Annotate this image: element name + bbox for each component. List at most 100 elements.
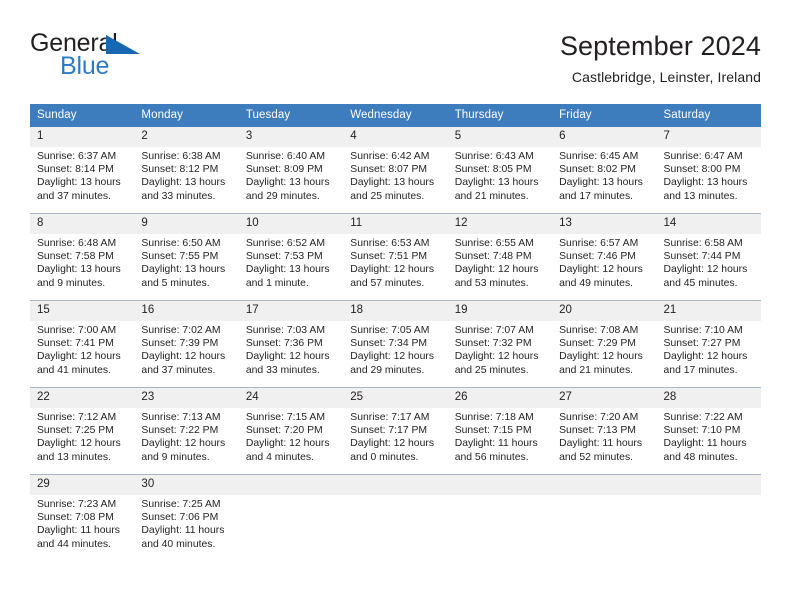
daylight-duration-line1: Daylight: 12 hours	[141, 351, 226, 363]
sunset-time: Sunset: 7:25 PM	[37, 425, 114, 437]
day-details: Sunrise: 7:03 AM Sunset: 7:36 PM Daylight:…	[239, 321, 343, 377]
calendar-day-cell[interactable]: 1 Sunrise: 6:37 AM Sunset: 8:14 PM Daylight…	[30, 127, 135, 214]
calendar-day-cell[interactable]: 18 Sunrise: 7:05 AM Sunset: 7:34 PM Dayligh…	[343, 300, 448, 388]
daylight-duration-line1: Daylight: 13 hours	[141, 264, 226, 276]
sunrise-time: Sunrise: 7:17 AM	[350, 412, 430, 423]
daylight-duration-line2: and 37 minutes.	[37, 190, 111, 202]
calendar-day-cell-empty	[552, 474, 657, 561]
calendar-day-cell[interactable]: 13 Sunrise: 6:57 AM Sunset: 7:46 PM Dayligh…	[552, 213, 657, 301]
calendar-day-cell[interactable]: 14 Sunrise: 6:58 AM Sunset: 7:44 PM Dayligh…	[656, 213, 761, 301]
daylight-duration-line1: Daylight: 13 hours	[245, 177, 330, 189]
calendar-day-cell[interactable]: 20 Sunrise: 7:08 AM Sunset: 7:29 PM Dayligh…	[552, 300, 657, 388]
sunset-time: Sunset: 7:29 PM	[559, 338, 636, 350]
calendar-day-cell[interactable]: 3 Sunrise: 6:40 AM Sunset: 8:09 PM Daylight…	[238, 127, 344, 214]
calendar-table: Sunday Monday Tuesday Wednesday Thursday Frid…	[30, 104, 761, 561]
sunrise-time: Sunrise: 7:12 AM	[37, 412, 117, 423]
sunset-time: Sunset: 8:05 PM	[454, 164, 532, 176]
calendar-day-cell[interactable]: 19 Sunrise: 7:07 AM Sunset: 7:32 PM Dayligh…	[447, 300, 553, 388]
logo-text-general: General	[30, 29, 118, 57]
calendar-day-cell[interactable]: 26 Sunrise: 7:18 AM Sunset: 7:15 PM Dayligh…	[447, 387, 553, 475]
day-cell-inner: 15 Sunrise: 7:00 AM Sunset: 7:41 PM Dayligh…	[30, 301, 135, 387]
daylight-duration-line1: Daylight: 12 hours	[141, 438, 226, 450]
calendar-day-cell[interactable]: 2 Sunrise: 6:38 AM Sunset: 8:12 PM Daylight…	[134, 127, 239, 214]
day-number: 12	[447, 214, 553, 234]
daylight-duration-line2: and 5 minutes.	[141, 277, 210, 289]
calendar-day-cell[interactable]: 5 Sunrise: 6:43 AM Sunset: 8:05 PM Daylight…	[447, 127, 553, 214]
day-number: 20	[552, 301, 657, 321]
day-details: Sunrise: 6:52 AM Sunset: 7:53 PM Daylight:…	[239, 234, 343, 290]
calendar-day-cell[interactable]: 9 Sunrise: 6:50 AM Sunset: 7:55 PM Daylight…	[134, 213, 239, 301]
day-details: Sunrise: 7:22 AM Sunset: 7:10 PM Daylight:…	[657, 408, 761, 464]
sunrise-time: Sunrise: 6:55 AM	[454, 238, 534, 249]
calendar-day-cell[interactable]: 25 Sunrise: 7:17 AM Sunset: 7:17 PM Dayligh…	[343, 387, 448, 475]
calendar-day-cell[interactable]: 22 Sunrise: 7:12 AM Sunset: 7:25 PM Dayligh…	[30, 387, 135, 475]
daylight-duration-line1: Daylight: 13 hours	[663, 177, 748, 189]
calendar-day-cell[interactable]: 4 Sunrise: 6:42 AM Sunset: 8:07 PM Daylight…	[343, 127, 448, 214]
day-number: 24	[238, 388, 344, 408]
daylight-duration-line1: Daylight: 12 hours	[559, 264, 643, 276]
calendar-day-cell[interactable]: 23 Sunrise: 7:13 AM Sunset: 7:22 PM Dayligh…	[134, 387, 239, 475]
weekday-header-sunday: Sunday	[30, 104, 135, 127]
daylight-duration-line2: and 44 minutes.	[37, 538, 111, 550]
sunset-time: Sunset: 7:41 PM	[37, 338, 114, 350]
day-cell-inner: 27 Sunrise: 7:20 AM Sunset: 7:13 PM Dayligh…	[552, 388, 657, 474]
sunset-time: Sunset: 7:58 PM	[37, 251, 114, 263]
daylight-duration-line2: and 33 minutes.	[141, 190, 216, 202]
daylight-duration-line2: and 37 minutes.	[141, 364, 216, 376]
sunrise-time: Sunrise: 7:08 AM	[559, 325, 639, 336]
daylight-duration-line1: Daylight: 11 hours	[37, 525, 120, 537]
calendar-day-cell[interactable]: 6 Sunrise: 6:45 AM Sunset: 8:02 PM Daylight…	[552, 127, 657, 214]
daylight-duration-line2: and 48 minutes.	[663, 451, 738, 463]
day-cell-inner: 17 Sunrise: 7:03 AM Sunset: 7:36 PM Dayligh…	[238, 301, 344, 387]
calendar-day-cell[interactable]: 10 Sunrise: 6:52 AM Sunset: 7:53 PM Dayligh…	[238, 213, 344, 301]
weekday-header-tuesday: Tuesday	[238, 104, 344, 127]
day-number	[343, 475, 448, 495]
calendar-day-cell[interactable]: 7 Sunrise: 6:47 AM Sunset: 8:00 PM Daylight…	[656, 127, 761, 214]
calendar-day-cell[interactable]: 15 Sunrise: 7:00 AM Sunset: 7:41 PM Dayligh…	[30, 300, 135, 388]
day-number: 19	[447, 301, 553, 321]
calendar-day-cell[interactable]: 16 Sunrise: 7:02 AM Sunset: 7:39 PM Dayligh…	[134, 300, 239, 388]
day-cell-inner: 16 Sunrise: 7:02 AM Sunset: 7:39 PM Dayligh…	[134, 301, 239, 387]
sunrise-time: Sunrise: 6:53 AM	[350, 238, 430, 249]
day-cell-inner: 3 Sunrise: 6:40 AM Sunset: 8:09 PM Daylight…	[238, 127, 344, 213]
calendar-day-cell[interactable]: 24 Sunrise: 7:15 AM Sunset: 7:20 PM Dayligh…	[238, 387, 344, 475]
day-number: 27	[552, 388, 657, 408]
daylight-duration-line2: and 21 minutes.	[559, 364, 634, 376]
sunrise-time: Sunrise: 7:23 AM	[37, 499, 117, 510]
calendar-day-cell[interactable]: 27 Sunrise: 7:20 AM Sunset: 7:13 PM Dayligh…	[552, 387, 657, 475]
day-details: Sunrise: 6:42 AM Sunset: 8:07 PM Daylight:…	[343, 147, 447, 203]
calendar-day-cell-empty	[238, 474, 344, 561]
day-cell-inner: 4 Sunrise: 6:42 AM Sunset: 8:07 PM Daylight…	[343, 127, 448, 213]
calendar-day-cell[interactable]: 17 Sunrise: 7:03 AM Sunset: 7:36 PM Dayligh…	[238, 300, 344, 388]
day-cell-inner: 7 Sunrise: 6:47 AM Sunset: 8:00 PM Daylight…	[656, 127, 761, 213]
page-title: September 2024	[559, 31, 761, 61]
day-details: Sunrise: 6:47 AM Sunset: 8:00 PM Daylight:…	[657, 147, 761, 203]
day-details: Sunrise: 6:58 AM Sunset: 7:44 PM Daylight:…	[657, 234, 761, 290]
day-cell-inner: 22 Sunrise: 7:12 AM Sunset: 7:25 PM Dayligh…	[30, 388, 135, 474]
day-cell-inner: 24 Sunrise: 7:15 AM Sunset: 7:20 PM Dayligh…	[238, 388, 344, 474]
day-number: 6	[552, 127, 657, 147]
day-cell-inner: 8 Sunrise: 6:48 AM Sunset: 7:58 PM Daylight…	[30, 214, 135, 300]
day-number	[656, 475, 761, 495]
calendar-day-cell[interactable]: 11 Sunrise: 6:53 AM Sunset: 7:51 PM Dayligh…	[343, 213, 448, 301]
daylight-duration-line1: Daylight: 12 hours	[350, 351, 435, 363]
sunset-time: Sunset: 7:53 PM	[245, 251, 323, 263]
calendar-day-cell[interactable]: 21 Sunrise: 7:10 AM Sunset: 7:27 PM Dayligh…	[656, 300, 761, 388]
calendar-header-row: Sunday Monday Tuesday Wednesday Thursday Frid…	[30, 104, 761, 127]
day-details: Sunrise: 6:53 AM Sunset: 7:51 PM Daylight:…	[343, 234, 447, 290]
calendar-day-cell[interactable]: 28 Sunrise: 7:22 AM Sunset: 7:10 PM Dayligh…	[656, 387, 761, 475]
calendar-day-cell[interactable]: 12 Sunrise: 6:55 AM Sunset: 7:48 PM Dayligh…	[447, 213, 553, 301]
day-number: 28	[656, 388, 761, 408]
calendar-day-cell-empty	[656, 474, 761, 561]
day-cell-inner: 5 Sunrise: 6:43 AM Sunset: 8:05 PM Daylight…	[447, 127, 553, 213]
daylight-duration-line2: and 53 minutes.	[454, 277, 529, 289]
day-details	[239, 495, 343, 498]
calendar-day-cell[interactable]: 30 Sunrise: 7:25 AM Sunset: 7:06 PM Dayligh…	[134, 474, 239, 561]
calendar-week-row: 29 Sunrise: 7:23 AM Sunset: 7:08 PM Dayligh…	[30, 474, 761, 561]
calendar-day-cell[interactable]: 8 Sunrise: 6:48 AM Sunset: 7:58 PM Daylight…	[30, 213, 135, 301]
general-blue-logo[interactable]: General Blue	[30, 30, 260, 90]
calendar-day-cell[interactable]: 29 Sunrise: 7:23 AM Sunset: 7:08 PM Dayligh…	[30, 474, 135, 561]
day-details: Sunrise: 7:23 AM Sunset: 7:08 PM Daylight:…	[30, 495, 134, 551]
daylight-duration-line2: and 49 minutes.	[559, 277, 634, 289]
day-number: 15	[30, 301, 135, 321]
